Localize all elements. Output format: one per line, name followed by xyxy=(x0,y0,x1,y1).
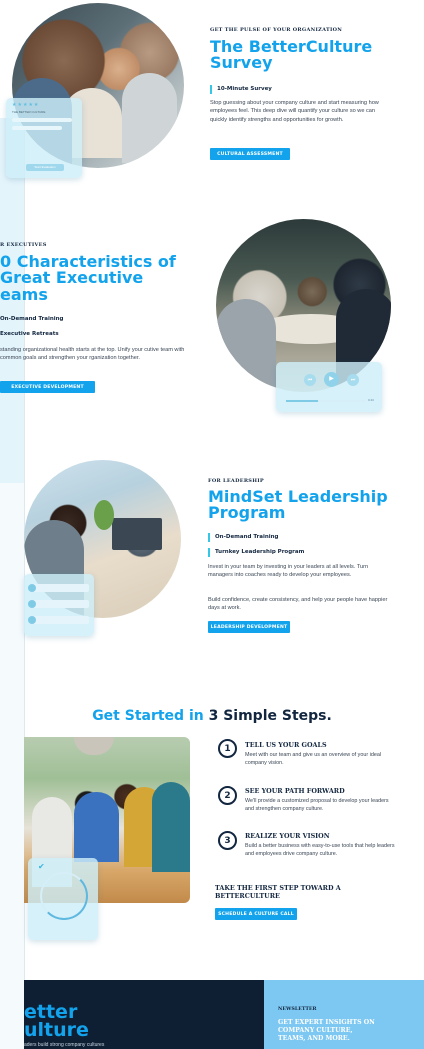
chart-ring-icon xyxy=(40,872,88,920)
leadership-card-row xyxy=(29,600,89,608)
leadership-card-dot xyxy=(28,584,36,592)
newsletter-heading: GET EXPERT INSIGHTS ON COMPANY CULTURE, … xyxy=(278,1019,375,1043)
executives-body: standing organizational health starts at… xyxy=(0,347,185,362)
survey-card-stars: ★★★★★ xyxy=(12,102,40,108)
survey-card-bar xyxy=(12,126,62,130)
leadership-card-row xyxy=(29,616,89,624)
cultural-assessment-button[interactable]: CULTURAL ASSESSMENT xyxy=(210,148,290,160)
step-title-3: REALIZE YOUR VISION xyxy=(245,832,330,840)
leadership-title-line2: Program xyxy=(208,503,286,523)
check-icon: ✔ xyxy=(38,862,45,871)
step-desc-1: Meet with our team and give us an overvi… xyxy=(245,752,382,766)
steps-chart-card: ✔ xyxy=(28,858,98,940)
executive-development-button[interactable]: EXECUTIVE DEVELOPMENT xyxy=(0,381,95,393)
step-title-1: TELL US YOUR GOALS xyxy=(245,741,327,749)
leadership-development-button[interactable]: LEADERSHIP DEVELOPMENT xyxy=(208,621,290,633)
leadership-pill-training: On-Demand Training xyxy=(208,533,279,542)
cta-title-line1: TAKE THE FIRST STEP TOWARD A xyxy=(215,884,341,892)
newsletter-heading-line1: GET EXPERT INSIGHTS ON xyxy=(278,1019,375,1026)
survey-body: Stop guessing about your company culture… xyxy=(210,100,379,123)
steps-photo-lamp xyxy=(74,737,114,755)
executives-pill-retreats: Executive Retreats xyxy=(0,331,59,337)
progress-fill xyxy=(286,400,318,402)
survey-photo-person-shirt-2 xyxy=(122,73,177,163)
step-desc-3: Build a better business with easy-to-use… xyxy=(245,843,395,857)
leadership-photo-plant xyxy=(94,500,114,530)
survey-title-line2: Survey xyxy=(210,53,273,73)
newsletter-label: NEWSLETTER xyxy=(278,1006,317,1012)
step-title-2: SEE YOUR PATH FORWARD xyxy=(245,787,345,795)
newsletter-heading-line2: COMPANY CULTURE, xyxy=(278,1027,353,1035)
schedule-culture-call-button[interactable]: SCHEDULE A CULTURE CALL xyxy=(215,908,297,920)
survey-eyebrow: GET THE PULSE OF YOUR ORGANIZATION xyxy=(210,27,343,33)
leadership-card-dot xyxy=(28,616,36,624)
executives-eyebrow: R EXECUTIVES xyxy=(0,242,47,248)
survey-title: The BetterCulture Survey xyxy=(210,38,372,73)
survey-card-button[interactable]: Start Evaluation xyxy=(26,164,64,171)
leadership-card-dot xyxy=(28,600,36,608)
steps-heading-light: Get Started in xyxy=(92,708,204,724)
leadership-body-2: Build confidence, create consistency, an… xyxy=(208,597,388,612)
step-number-2: 2 xyxy=(218,786,237,805)
newsletter-heading-line3: TEAMS, AND MORE. xyxy=(278,1035,350,1043)
play-icon[interactable]: ▶ xyxy=(324,372,339,387)
video-player: ⏮ ▶ ⏭ 0:43 xyxy=(276,362,382,412)
survey-card: ★★★★★ THE BETTER CULTURE Start Evaluatio… xyxy=(6,98,82,178)
executives-pill-training: On-Demand Training xyxy=(0,316,64,322)
leadership-body-1: Invest in your team by investing in your… xyxy=(208,564,369,579)
leadership-photo-laptop xyxy=(112,518,162,550)
footer-logo-line2: ulture xyxy=(24,1019,89,1042)
footer-logo[interactable]: etter ulture xyxy=(24,1002,89,1042)
executives-photo-person xyxy=(216,299,276,392)
forward-icon[interactable]: ⏭ xyxy=(347,374,359,386)
step-desc-2: We'll provide a customized proposal to d… xyxy=(245,798,389,812)
steps-heading: Get Started in 3 Simple Steps. xyxy=(0,708,424,724)
survey-card-line: THE BETTER CULTURE xyxy=(12,110,46,114)
side-panel-lower xyxy=(0,483,24,1049)
survey-card-bar xyxy=(12,118,72,122)
steps-photo-person-4 xyxy=(152,782,190,872)
step-number-3: 3 xyxy=(218,831,237,850)
step-number-1: 1 xyxy=(218,739,237,758)
steps-photo-person-2 xyxy=(74,792,119,862)
survey-pill: 10-Minute Survey xyxy=(210,85,272,94)
leadership-title: MindSet Leadership Program xyxy=(208,488,388,523)
executives-title: 0 Characteristics of Great Executive eam… xyxy=(0,253,176,304)
leadership-eyebrow: FOR LEADERSHIP xyxy=(208,478,264,484)
executives-title-line3: eams xyxy=(0,284,48,304)
player-time: 0:43 xyxy=(368,398,374,402)
steps-heading-dark: 3 Simple Steps. xyxy=(208,708,332,724)
rewind-icon[interactable]: ⏮ xyxy=(304,374,316,386)
cta-title-line2: BETTERCULTURE xyxy=(215,892,280,901)
cta-title: TAKE THE FIRST STEP TOWARD A BETTERCULTU… xyxy=(215,884,341,901)
footer-tagline: aders build strong company cultures xyxy=(24,1042,105,1048)
leadership-card-row xyxy=(29,584,89,592)
leadership-pill-program: Turnkey Leadership Program xyxy=(208,548,304,557)
leadership-card xyxy=(24,574,94,636)
